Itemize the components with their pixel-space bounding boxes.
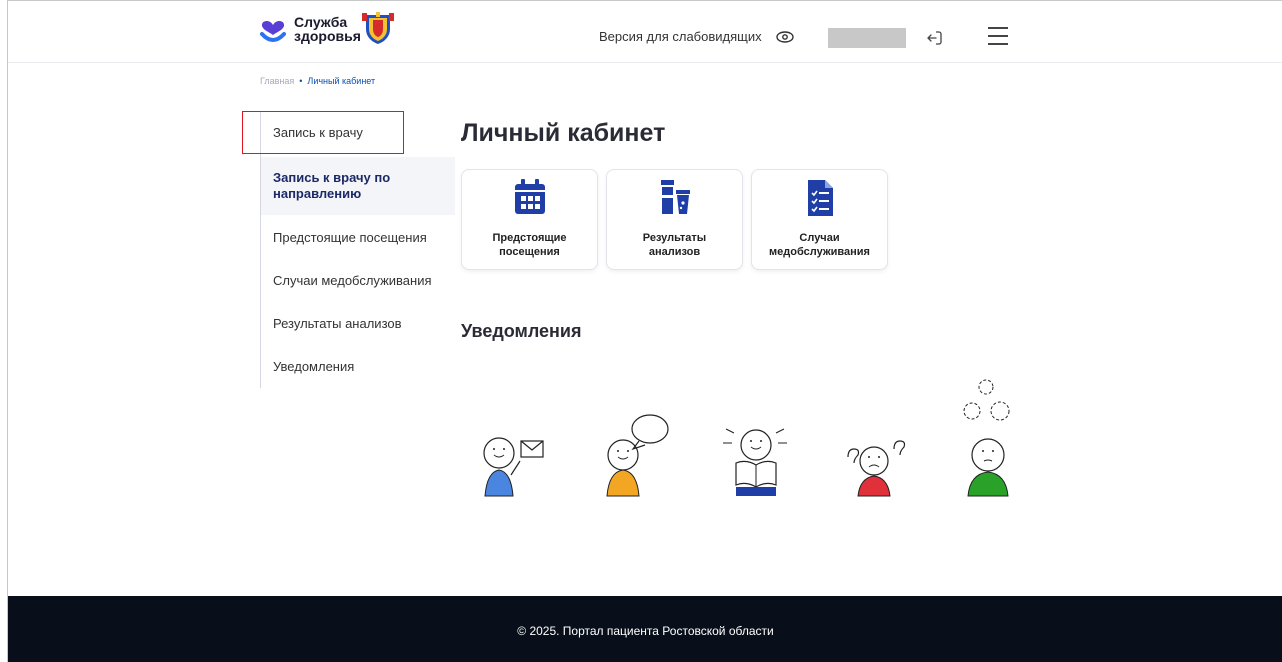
person-with-envelope-illustration — [483, 437, 544, 497]
card-label: Предстоящие посещения — [462, 231, 597, 259]
footer-copyright: © 2025. Портал пациента Ростовской облас… — [517, 624, 774, 638]
accessibility-toggle[interactable]: Версия для слабовидящих — [599, 29, 794, 44]
burger-line — [988, 35, 1008, 37]
logo-line-1: Служба — [294, 14, 348, 30]
person-with-speech-bubble-illustration — [606, 414, 669, 497]
sidebar-item-test-results[interactable]: Результаты анализов — [261, 302, 455, 344]
card-upcoming-visits[interactable]: Предстоящие посещения — [461, 169, 598, 270]
sidebar-item-label: Уведомления — [273, 358, 355, 374]
page-frame: Служба здоровья Версия для слабовидящих — [7, 0, 1282, 662]
selection-highlight-box — [242, 111, 404, 154]
logo-text: Служба здоровья — [294, 14, 361, 44]
notifications-title: Уведомления — [461, 321, 582, 341]
sidebar-item-label: Случаи медобслуживания — [273, 272, 432, 288]
sidebar-item-label: Запись к врачу по направлению — [273, 170, 391, 201]
sidebar-item-upcoming-visits[interactable]: Предстоящие посещения — [261, 216, 455, 258]
accessibility-label: Версия для слабовидящих — [599, 29, 762, 44]
card-label-line-1: Результаты — [642, 232, 707, 244]
calendar-icon — [514, 179, 545, 214]
burger-line — [988, 27, 1008, 29]
header: Служба здоровья Версия для слабовидящих — [8, 1, 1282, 63]
eye-icon — [775, 30, 794, 43]
breadcrumb-home[interactable]: Главная — [260, 76, 294, 86]
breadcrumb: Главная • Личный кабинет — [260, 76, 375, 86]
burger-line — [988, 43, 1008, 45]
card-label: Случаи медобслуживания — [752, 231, 887, 259]
card-label-line-1: Предстоящие — [492, 232, 567, 244]
card-label: Результаты анализов — [607, 231, 742, 259]
card-label-line-2: медобслуживания — [769, 246, 870, 258]
card-medical-cases[interactable]: Случаи медобслуживания — [751, 169, 888, 270]
breadcrumb-current: Личный кабинет — [307, 76, 376, 86]
thinking-person-with-gears-illustration — [963, 379, 1010, 497]
person-with-question-marks-illustration — [847, 440, 906, 497]
page-title: Личный кабинет — [461, 119, 666, 147]
checklist-document-icon — [807, 180, 833, 216]
sidebar-item-referral-appointment[interactable]: Запись к врачу по направлению — [261, 157, 455, 215]
user-name-redacted[interactable] — [828, 28, 906, 48]
burger-menu-icon[interactable] — [988, 27, 1008, 45]
heart-check-icon — [260, 20, 286, 42]
logo-line-2: здоровья — [294, 28, 361, 44]
site-logo[interactable]: Служба здоровья — [258, 11, 396, 47]
breadcrumb-separator: • — [299, 76, 303, 86]
card-label-line-2: посещения — [499, 246, 560, 258]
person-reading-illustration — [723, 428, 787, 496]
footer: © 2025. Портал пациента Ростовской облас… — [8, 596, 1282, 662]
sidebar-item-label: Предстоящие посещения — [273, 229, 427, 245]
logout-icon[interactable] — [925, 29, 943, 47]
card-label-line-1: Случаи — [799, 232, 840, 244]
card-test-results[interactable]: Результаты анализов — [606, 169, 743, 270]
sidebar-item-notifications[interactable]: Уведомления — [261, 345, 455, 387]
card-label-line-2: анализов — [648, 246, 701, 258]
sidebar-item-medical-cases[interactable]: Случаи медобслуживания — [261, 259, 455, 301]
rostov-emblem-icon — [362, 12, 394, 44]
sidebar-item-label: Результаты анализов — [273, 315, 402, 331]
test-tube-icon — [660, 180, 690, 214]
